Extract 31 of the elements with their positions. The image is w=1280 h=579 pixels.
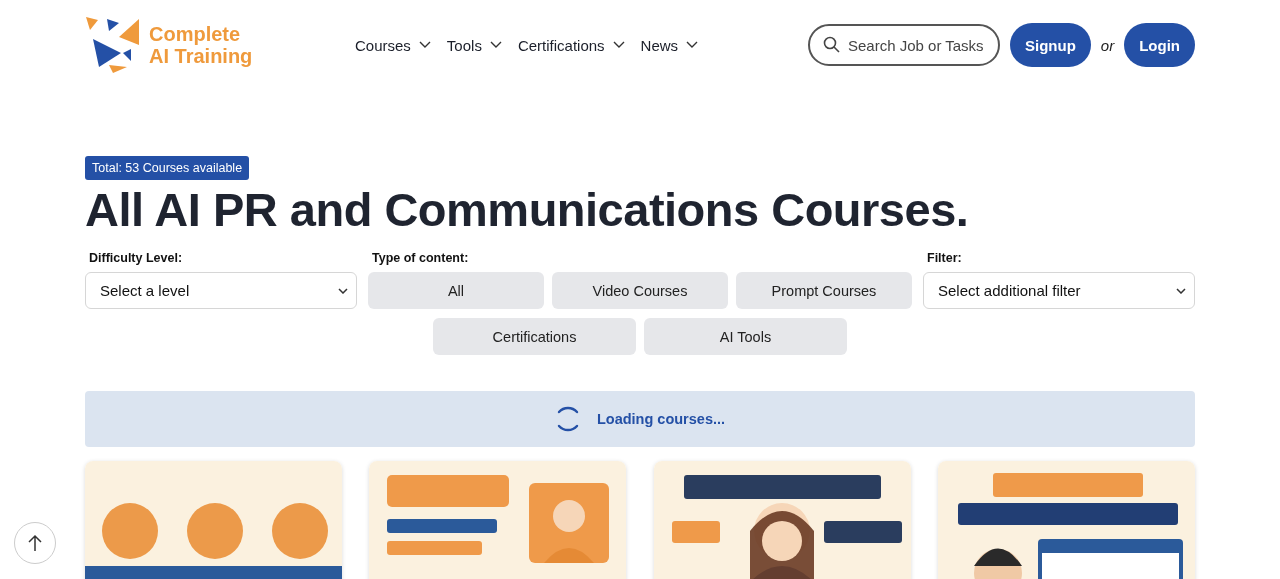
nav-link[interactable]: Certifications xyxy=(517,36,625,54)
content-type-button[interactable]: AI Tools xyxy=(644,318,847,355)
nav-link[interactable]: News xyxy=(640,36,699,54)
search-icon xyxy=(823,36,840,53)
content-type-button[interactable]: Video Courses xyxy=(552,272,728,309)
difficulty-select[interactable]: Select a level xyxy=(85,272,357,309)
filter-label: Filter: xyxy=(927,251,963,265)
logo-icon[interactable] xyxy=(85,17,139,73)
filter-select[interactable]: Select additional filter xyxy=(923,272,1195,309)
nav-link[interactable]: Courses xyxy=(355,36,431,54)
chevron-down-icon xyxy=(418,41,431,49)
signup-button[interactable]: Signup xyxy=(1010,23,1091,67)
chevron-down-icon xyxy=(1176,287,1186,294)
page-title: All AI PR and Communications Courses. xyxy=(85,182,970,237)
nav-link[interactable]: Tools xyxy=(446,36,502,54)
login-button[interactable]: Login xyxy=(1124,23,1195,67)
chevron-down-icon xyxy=(686,41,699,49)
content-type-button[interactable]: Prompt Courses xyxy=(736,272,912,309)
chevron-down-icon xyxy=(489,41,502,49)
filter-label: Difficulty Level: xyxy=(89,251,184,265)
search-field[interactable]: Search Job or Tasks xyxy=(808,24,1000,66)
content-type-button[interactable]: Certifications xyxy=(433,318,636,355)
arrow-up-icon xyxy=(28,534,42,552)
or-text: or xyxy=(1100,36,1115,54)
content-type-button[interactable]: All xyxy=(368,272,544,309)
loading-text: Loading courses... xyxy=(596,411,726,427)
scroll-top-button[interactable] xyxy=(14,522,56,564)
filter-label: Type of content: xyxy=(372,251,470,265)
chevron-down-icon xyxy=(612,41,625,49)
course-count-badge: Total: 53 Courses available xyxy=(85,156,250,180)
chevron-down-icon xyxy=(338,287,348,294)
